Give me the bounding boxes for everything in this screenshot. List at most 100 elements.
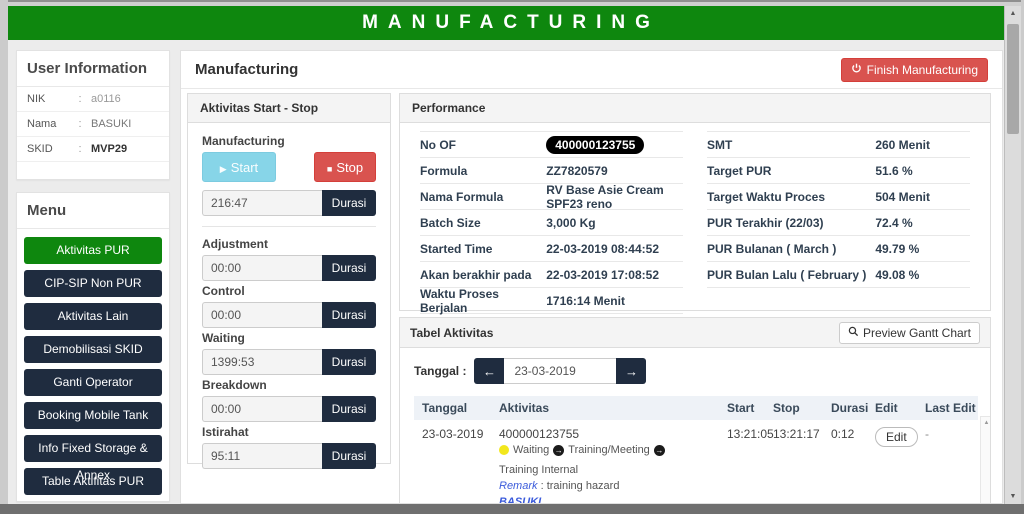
perf-row-no-of: No OF 400000123755 [420,132,683,158]
manufacturing-duration-input[interactable] [202,190,322,216]
istirahat-group: Durasi [202,443,376,469]
nama-formula-value: RV Base Asie Cream SPF23 reno [546,182,664,211]
performance-title: Performance [400,94,990,123]
performance-right-column: SMT 260 Menit Target PUR 51.6 % Target W… [707,131,970,314]
pur-bulan-lalu-label: PUR Bulan Lalu ( February ) [707,267,867,282]
play-icon: ▶ [219,163,227,174]
perf-row-pur-terakhir: PUR Terakhir (22/03) 72.4 % [707,210,970,236]
aktivitas-table-header: Tanggal Aktivitas Start Stop Durasi Edit… [414,396,978,420]
perf-row-smt: SMT 260 Menit [707,132,970,158]
nama-label: Nama [27,118,57,130]
nama-formula-label: Nama Formula [420,189,504,204]
start-label: Start [230,159,259,175]
arrow-right-circle-icon: → [553,444,565,456]
row1-activity-3: Training Internal [499,464,579,476]
started-time-value: 22-03-2019 08:44:52 [546,241,659,256]
menu-item-cip-sip-non-pur[interactable]: CIP-SIP Non PUR [24,270,162,297]
istirahat-durasi-button[interactable]: Durasi [322,443,376,469]
performance-body: No OF 400000123755 Formula ZZ7820579 Nam… [400,123,990,315]
manufacturing-timer-label: Manufacturing [202,134,285,148]
row1-last-edit: - [925,427,929,441]
batch-size-value: 3,000 Kg [546,215,596,230]
row1-activity-1: Waiting [513,444,550,456]
menu-item-ganti-operator[interactable]: Ganti Operator [24,369,162,396]
batch-size-label: Batch Size [420,215,481,230]
scrollbar-thumb[interactable] [1007,24,1019,134]
finish-manufacturing-label: Finish Manufacturing [866,62,978,77]
user-info-card: User Information NIK : a0116 Nama : BASU… [16,50,170,180]
menu-item-aktivitas-pur[interactable]: Aktivitas PUR [24,237,162,264]
arrow-left-icon: ← [482,363,496,379]
skid-label: SKID [27,143,53,155]
tabel-aktivitas-panel: Tabel Aktivitas Preview Gantt Chart Tang… [399,317,991,503]
edit-button[interactable]: Edit [875,427,918,447]
table-row: 23-03-2019 400000123755 Waiting → Traini… [414,420,978,503]
breakdown-input[interactable] [202,396,322,422]
nik-value: a0116 [91,93,121,105]
next-date-button[interactable]: → [616,358,647,384]
tabel-aktivitas-body: Tanggal : ← → Tanggal Aktivitas Start St… [400,348,990,503]
scrollbar-down-icon[interactable]: ▼ [1005,489,1021,504]
row1-stop: 13:21:17 [773,427,820,441]
date-navigation: Tanggal : ← → [414,358,976,384]
stop-square-icon: ■ [326,163,333,174]
window-edge-left [0,0,8,514]
date-input[interactable] [504,358,617,384]
remark-text: : training hazard [540,480,620,492]
pur-terakhir-value: 72.4 % [875,215,913,230]
row1-activity-chain: Waiting → Training/Meeting → Training In… [499,442,727,478]
control-durasi-button[interactable]: Durasi [322,302,376,328]
skid-value: MVP29 [91,143,128,155]
scroll-up-icon[interactable]: ▲ [981,417,990,430]
search-icon [848,326,859,340]
aktivitas-panel-body: Manufacturing ▶Start ■Stop Durasi Adjust… [188,123,390,480]
menu-list: Aktivitas PUR CIP-SIP Non PUR Aktivitas … [17,229,169,509]
manufacturing-durasi-button[interactable]: Durasi [322,190,376,216]
menu-item-aktivitas-lain[interactable]: Aktivitas Lain [24,303,162,330]
perf-row-target-pur: Target PUR 51.6 % [707,158,970,184]
divider [202,226,376,227]
perf-row-pur-bulan-lalu: PUR Bulan Lalu ( February ) 49.08 % [707,262,970,288]
nik-label: NIK [27,93,46,105]
menu-item-table-aktifitas-pur[interactable]: Table Aktifitas PUR [24,468,162,495]
target-waktu-label: Target Waktu Proces [707,189,826,204]
preview-gantt-chart-label: Preview Gantt Chart [862,325,971,340]
waktu-proses-value: 1716:14 Menit [546,293,625,308]
menu-item-demobilisasi-skid[interactable]: Demobilisasi SKID [24,336,162,363]
adjustment-input[interactable] [202,255,322,281]
no-of-label: No OF [420,137,456,152]
pur-bulanan-label: PUR Bulanan ( March ) [707,241,837,256]
aktivitas-start-stop-panel: Aktivitas Start - Stop Manufacturing ▶ St… [187,93,391,469]
table-scrollbar[interactable]: ▲ [980,416,990,503]
waiting-input[interactable] [202,349,322,375]
finish-manufacturing-button[interactable]: Finish Manufacturing [840,57,988,82]
main-header: Manufacturing Finish Manufacturing [181,51,1002,89]
menu-item-booking-mobile-tank[interactable]: Booking Mobile Tank [24,402,162,429]
stop-button[interactable]: ■ Stop [314,152,376,182]
istirahat-input[interactable] [202,443,322,469]
formula-label: Formula [420,163,468,178]
menu-card: Menu Aktivitas PUR CIP-SIP Non PUR Aktiv… [16,192,170,502]
perf-row-formula: Formula ZZ7820579 [420,158,683,184]
row1-start: 13:21:05 [727,427,774,441]
waktu-proses-label: Waktu Proses Berjalan [420,286,499,315]
pur-terakhir-label: PUR Terakhir (22/03) [707,215,824,230]
row1-activity-2: Training/Meeting [568,444,650,456]
col-durasi: Durasi [831,401,869,415]
performance-left-column: No OF 400000123755 Formula ZZ7820579 Nam… [420,131,683,315]
page-scrollbar[interactable]: ▲ ▼ [1004,6,1021,504]
breakdown-durasi-button[interactable]: Durasi [322,396,376,422]
control-input[interactable] [202,302,322,328]
perf-row-akan-berakhir: Akan berakhir pada 22-03-2019 17:08:52 [420,262,683,288]
start-button[interactable]: ▶ Start [202,152,276,182]
waiting-durasi-button[interactable]: Durasi [322,349,376,375]
aktivitas-table: Tanggal Aktivitas Start Stop Durasi Edit… [414,396,978,503]
tabel-aktivitas-header: Tabel Aktivitas Preview Gantt Chart [400,318,990,348]
skid-separator: : [78,143,82,155]
adjustment-durasi-button[interactable]: Durasi [322,255,376,281]
arrow-right-icon: → [624,363,638,379]
menu-item-info-fixed-storage[interactable]: Info Fixed Storage & Annex [24,435,162,482]
preview-gantt-chart-button[interactable]: Preview Gantt Chart [838,321,980,344]
previous-date-button[interactable]: ← [474,358,505,384]
scrollbar-up-icon[interactable]: ▲ [1005,6,1021,21]
